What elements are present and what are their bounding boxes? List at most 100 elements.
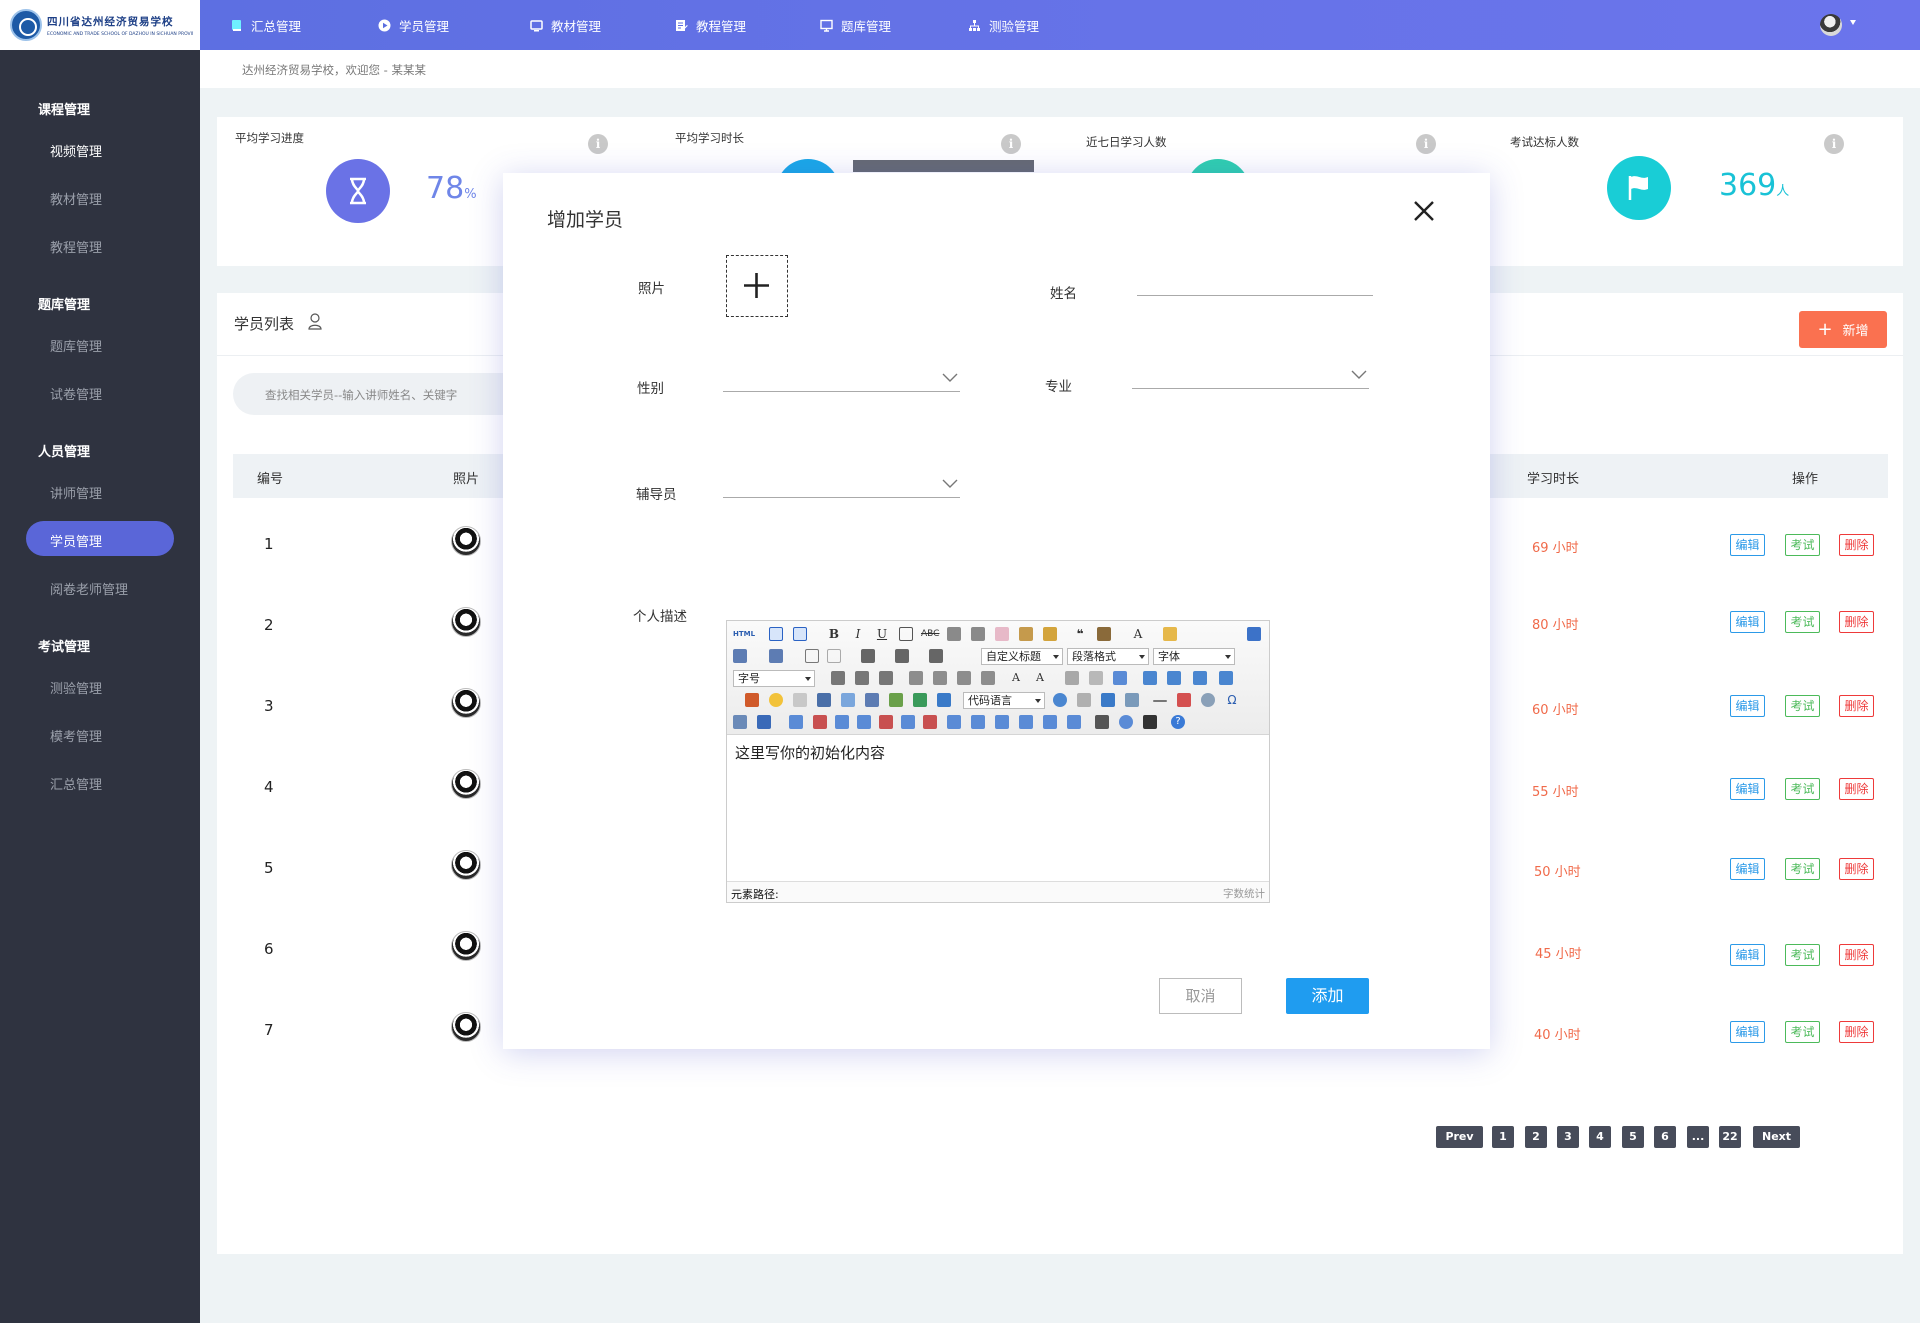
delete-col-icon[interactable]: [923, 715, 937, 729]
delete-button[interactable]: 删除: [1839, 1021, 1874, 1043]
pager-page[interactable]: 6: [1654, 1126, 1676, 1148]
format-painter-icon[interactable]: [1019, 627, 1033, 641]
pager-page[interactable]: 2: [1525, 1126, 1547, 1148]
lowercase-icon[interactable]: A: [1033, 671, 1047, 685]
link-icon[interactable]: [1065, 671, 1079, 685]
sidebar-item-summary[interactable]: 汇总管理: [50, 774, 102, 793]
major-select[interactable]: [1132, 365, 1369, 389]
gender-select[interactable]: [723, 368, 960, 392]
delete-row-icon[interactable]: [879, 715, 893, 729]
ltr-icon[interactable]: [831, 671, 845, 685]
exam-button[interactable]: 考试: [1785, 611, 1820, 633]
insert-row-icon[interactable]: [857, 715, 871, 729]
school-logo[interactable]: 四川省达州经济贸易学校 ECONOMIC AND TRADE SCHOOL OF…: [0, 0, 200, 50]
unlink-icon[interactable]: [1089, 671, 1103, 685]
delete-button[interactable]: 删除: [1839, 778, 1874, 800]
subscript-icon[interactable]: [971, 627, 985, 641]
html-source-icon[interactable]: HTML: [733, 627, 755, 641]
bold-icon[interactable]: B: [827, 627, 841, 641]
undo-icon[interactable]: [769, 627, 783, 641]
eraser-icon[interactable]: [995, 627, 1009, 641]
pager-page[interactable]: 3: [1557, 1126, 1579, 1148]
italic-icon[interactable]: I: [851, 627, 865, 641]
sidebar-item-graders[interactable]: 阅卷老师管理: [50, 579, 128, 598]
editor-content[interactable]: 这里写你的初始化内容: [727, 735, 1269, 881]
delete-button[interactable]: 删除: [1839, 611, 1874, 633]
insert-caption-icon[interactable]: [835, 715, 849, 729]
image-center-icon[interactable]: [1219, 671, 1233, 685]
fullscreen-icon[interactable]: [1247, 627, 1261, 641]
align-center-icon[interactable]: [933, 671, 947, 685]
topnav-tests[interactable]: 测验管理: [968, 0, 1039, 50]
highlight-color-icon[interactable]: [1163, 627, 1177, 641]
merge-right-icon[interactable]: [971, 715, 985, 729]
paste-plain-icon[interactable]: [1097, 627, 1111, 641]
insert-image-icon[interactable]: [889, 693, 903, 707]
delete-button[interactable]: 删除: [1839, 858, 1874, 880]
row-spacing-bottom-icon[interactable]: [895, 649, 909, 663]
pager-next[interactable]: Next: [1753, 1126, 1800, 1148]
edit-button[interactable]: 编辑: [1730, 695, 1765, 717]
edit-button[interactable]: 编辑: [1730, 944, 1765, 966]
topnav-materials[interactable]: 教材管理: [530, 0, 601, 50]
font-color-icon[interactable]: A: [1131, 627, 1145, 641]
emotion-icon[interactable]: [769, 693, 783, 707]
font-size-select[interactable]: 字号: [733, 670, 815, 687]
sidebar-item-papers[interactable]: 试卷管理: [50, 384, 102, 403]
indent-icon[interactable]: [879, 671, 893, 685]
template-icon[interactable]: [1101, 693, 1115, 707]
topnav-tutorials[interactable]: 教程管理: [675, 0, 746, 50]
topnav-summary[interactable]: 汇总管理: [230, 0, 301, 50]
insert-frame-icon[interactable]: [805, 649, 819, 663]
sidebar-item-video[interactable]: 视频管理: [50, 141, 102, 160]
exam-button[interactable]: 考试: [1785, 695, 1820, 717]
print-icon[interactable]: [1095, 715, 1109, 729]
add-student-button[interactable]: + 新增: [1799, 311, 1887, 348]
align-right-icon[interactable]: [957, 671, 971, 685]
sidebar-item-materials[interactable]: 教材管理: [50, 189, 102, 208]
uppercase-icon[interactable]: A: [1009, 671, 1023, 685]
insert-table-icon[interactable]: [789, 715, 803, 729]
topnav-questions[interactable]: 题库管理: [820, 0, 891, 50]
help-icon[interactable]: ?: [1171, 715, 1185, 729]
delete-button[interactable]: 删除: [1839, 695, 1874, 717]
exam-button[interactable]: 考试: [1785, 778, 1820, 800]
page-break-icon[interactable]: [827, 649, 841, 663]
user-avatar[interactable]: [1820, 14, 1842, 36]
underline-icon[interactable]: U: [875, 627, 889, 641]
cancel-button[interactable]: 取消: [1159, 978, 1242, 1014]
edit-button[interactable]: 编辑: [1730, 611, 1765, 633]
exam-button[interactable]: 考试: [1785, 944, 1820, 966]
row-spacing-top-icon[interactable]: [861, 649, 875, 663]
page-break-icon[interactable]: [1077, 693, 1091, 707]
time-icon[interactable]: [1201, 693, 1215, 707]
code-language-select[interactable]: 代码语言: [963, 692, 1045, 709]
auto-format-icon[interactable]: [1043, 627, 1057, 641]
scrawl-icon[interactable]: [793, 693, 807, 707]
info-icon[interactable]: i: [1824, 134, 1844, 154]
submit-button[interactable]: 添加: [1286, 978, 1369, 1014]
split-rows-icon[interactable]: [1043, 715, 1057, 729]
delete-button[interactable]: 删除: [1839, 944, 1874, 966]
info-icon[interactable]: i: [588, 134, 608, 154]
sidebar-item-quizzes[interactable]: 测验管理: [50, 678, 102, 697]
superscript-icon[interactable]: [947, 627, 961, 641]
search-input[interactable]: 查找相关学员--输入讲师姓名、关键字: [233, 373, 533, 415]
date-icon[interactable]: [1177, 693, 1191, 707]
special-char-icon[interactable]: Ω: [1225, 693, 1239, 707]
image-none-icon[interactable]: [1167, 671, 1181, 685]
rtl-icon[interactable]: [855, 671, 869, 685]
pager-page[interactable]: 4: [1589, 1126, 1611, 1148]
pager-page[interactable]: 22: [1719, 1126, 1741, 1148]
sidebar-item-question-bank[interactable]: 题库管理: [50, 336, 102, 355]
merge-cells-icon[interactable]: [947, 715, 961, 729]
search-replace-icon[interactable]: [757, 715, 771, 729]
unordered-list-icon[interactable]: [769, 649, 783, 663]
pager-prev[interactable]: Prev: [1436, 1126, 1483, 1148]
insert-frame-icon[interactable]: [937, 693, 951, 707]
paragraph-format-select[interactable]: 段落格式: [1067, 648, 1149, 665]
font-border-icon[interactable]: [899, 627, 913, 641]
edit-button[interactable]: 编辑: [1730, 1021, 1765, 1043]
exam-button[interactable]: 考试: [1785, 534, 1820, 556]
edit-button[interactable]: 编辑: [1730, 778, 1765, 800]
